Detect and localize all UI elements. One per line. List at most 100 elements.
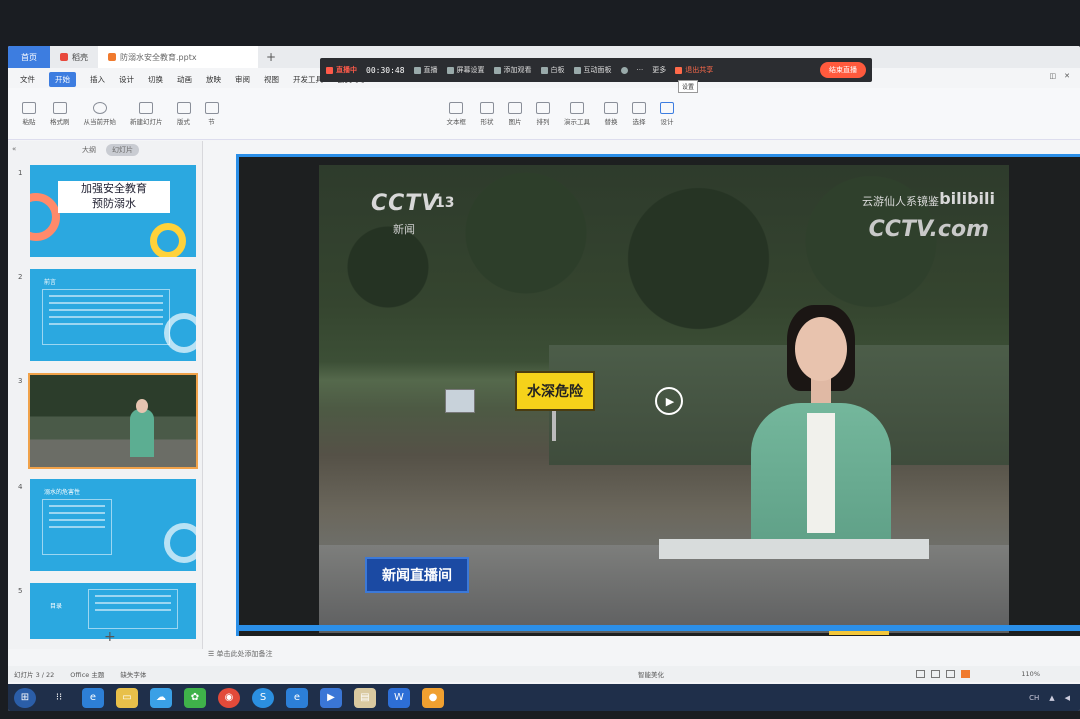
rec-item-add-viewers[interactable]: 添加观看 xyxy=(493,65,532,75)
ribbon-label: 形状 xyxy=(480,117,494,126)
exit-share-label: 退出共享 xyxy=(685,66,714,74)
exit-share-button[interactable]: 退出共享 xyxy=(675,65,713,75)
smart-beautify-button[interactable]: 智能美化 xyxy=(638,669,664,679)
ribbon-replace[interactable]: 替换 xyxy=(604,101,618,126)
ribbon-design[interactable]: 设计 xyxy=(660,101,674,126)
slide-title-card: 加强安全教育 预防溺水 xyxy=(58,181,170,213)
video-app-icon[interactable]: ▶ xyxy=(320,687,342,708)
ribbon-layout[interactable]: 版式 xyxy=(176,101,191,126)
end-live-button[interactable]: 结束直播 xyxy=(820,62,866,78)
zoom-level[interactable]: 110% xyxy=(1021,670,1040,678)
section-icon xyxy=(204,101,219,114)
slide-thumb-1[interactable]: 加强安全教育 预防溺水 xyxy=(30,165,196,257)
tab-daoke[interactable]: 稻壳 xyxy=(50,46,98,68)
rec-item-interact[interactable]: 互动面板 xyxy=(573,65,612,75)
rec-item-more[interactable]: 更多 xyxy=(652,65,666,75)
start-icon[interactable]: ⊞ xyxy=(14,687,36,708)
edge-icon[interactable]: e xyxy=(286,687,308,708)
notes-area[interactable]: ☰ 单击此处添加备注 xyxy=(208,649,273,659)
rec-item-screen-settings[interactable]: 屏幕设置 xyxy=(446,65,485,75)
network-icon[interactable]: ▲ xyxy=(1049,694,1054,702)
menu-animation[interactable]: 动画 xyxy=(177,74,192,85)
ribbon-paste[interactable]: 粘贴 xyxy=(22,101,36,126)
slide-number: 4 xyxy=(18,483,23,491)
missing-fonts[interactable]: 缺失字体 xyxy=(120,669,146,679)
text-line xyxy=(95,602,171,604)
mic-icon xyxy=(446,66,454,74)
rec-item-label: 添加观看 xyxy=(503,66,532,74)
menu-home[interactable]: 开始 xyxy=(49,71,76,87)
text-line xyxy=(49,309,163,311)
volume-icon[interactable]: ◀ xyxy=(1065,694,1070,702)
photos-icon[interactable]: ✿ xyxy=(184,687,206,708)
slideshow-play-icon[interactable] xyxy=(961,670,970,678)
slide-thumb-3[interactable] xyxy=(28,373,198,469)
menu-developer[interactable]: 开发工具 xyxy=(293,74,323,85)
reading-view-icon[interactable] xyxy=(946,670,955,678)
normal-view-icon[interactable] xyxy=(916,670,925,678)
slide-number: 2 xyxy=(18,273,23,281)
live-status: 直播中 xyxy=(326,65,357,75)
explorer-icon[interactable]: ▤ xyxy=(354,687,376,708)
chrome-icon[interactable]: ◉ xyxy=(218,687,240,708)
collapse-icon[interactable]: « xyxy=(12,145,16,153)
slide-thumb-4[interactable]: 溺水的危害性 xyxy=(30,479,196,571)
ribbon-label: 新建幻灯片 xyxy=(130,117,163,126)
ie-icon[interactable]: e xyxy=(82,687,104,708)
menu-design[interactable]: 设计 xyxy=(119,74,134,85)
ribbon-new-slide[interactable]: 新建幻灯片 xyxy=(130,101,163,126)
ribbon-present-tools[interactable]: 演示工具 xyxy=(564,101,590,126)
play-icon[interactable]: ▶ xyxy=(655,387,683,415)
ribbon-from-current[interactable]: 从当前开始 xyxy=(84,101,116,126)
rec-item-live[interactable]: 直播 xyxy=(413,65,438,75)
sorter-view-icon[interactable] xyxy=(931,670,940,678)
ribbon-section[interactable]: 节 xyxy=(204,101,219,126)
settings-button[interactable] xyxy=(620,66,628,74)
menu-file[interactable]: 文件 xyxy=(20,74,35,85)
text-line xyxy=(49,512,105,514)
ribbon-shape[interactable]: 形状 xyxy=(480,101,494,126)
tab-document[interactable]: 防溺水安全教育.pptx xyxy=(98,46,258,68)
tab-home[interactable]: 首页 xyxy=(8,46,50,68)
cloud-icon[interactable]: ☁ xyxy=(150,687,172,708)
text-line xyxy=(49,519,105,521)
select-icon xyxy=(632,101,646,114)
channel-number: 13 xyxy=(435,195,455,211)
decor-ring xyxy=(150,223,186,257)
share-icon[interactable]: ◫ xyxy=(1050,72,1057,80)
language-icon[interactable]: CH xyxy=(1029,694,1039,702)
video-player[interactable]: 水深危险 CCTV 13 新闻 云游仙人系镜鉴 bilibili CCTV.co… xyxy=(319,165,1009,633)
ribbon-picture[interactable]: 图片 xyxy=(508,101,522,126)
close-icon[interactable]: ✕ xyxy=(1064,72,1070,80)
live-status-label: 直播中 xyxy=(336,66,357,74)
new-tab-button[interactable]: + xyxy=(258,50,284,64)
menu-slideshow[interactable]: 放映 xyxy=(206,74,221,85)
rec-item-whiteboard[interactable]: 白板 xyxy=(540,65,565,75)
rec-item-label: 屏幕设置 xyxy=(456,66,485,74)
tab-outline[interactable]: 大纲 xyxy=(82,145,96,155)
anchor-head xyxy=(795,317,847,381)
sogou-icon[interactable]: S xyxy=(252,687,274,708)
apps-icon[interactable]: ⁝⁝ xyxy=(48,688,70,708)
ribbon-arrange[interactable]: 排列 xyxy=(536,101,550,126)
folder-icon[interactable]: ▭ xyxy=(116,687,138,708)
tab-document-label: 防溺水安全教育.pptx xyxy=(120,52,197,62)
new-slide-icon xyxy=(139,101,154,114)
tab-slides[interactable]: 幻灯片 xyxy=(106,144,139,156)
slide-thumb-2[interactable]: 前言 xyxy=(30,269,196,361)
sign-post xyxy=(552,411,556,441)
rec-item-ellipsis[interactable]: ··· xyxy=(637,66,644,74)
menu-insert[interactable]: 插入 xyxy=(90,74,105,85)
ribbon-select[interactable]: 选择 xyxy=(632,101,646,126)
wps-icon[interactable]: W xyxy=(388,687,410,708)
paste-icon xyxy=(22,101,36,114)
menu-view[interactable]: 视图 xyxy=(264,74,279,85)
add-slide-button[interactable]: + xyxy=(104,629,116,645)
ribbon-textbox[interactable]: 文本框 xyxy=(447,101,466,126)
text-line xyxy=(49,505,105,507)
menu-review[interactable]: 审阅 xyxy=(235,74,250,85)
chat-app-icon[interactable]: ● xyxy=(422,687,444,708)
live-timer: 00:30:48 xyxy=(366,65,405,75)
ribbon-format-painter[interactable]: 格式刷 xyxy=(50,101,70,126)
menu-transition[interactable]: 切换 xyxy=(148,74,163,85)
